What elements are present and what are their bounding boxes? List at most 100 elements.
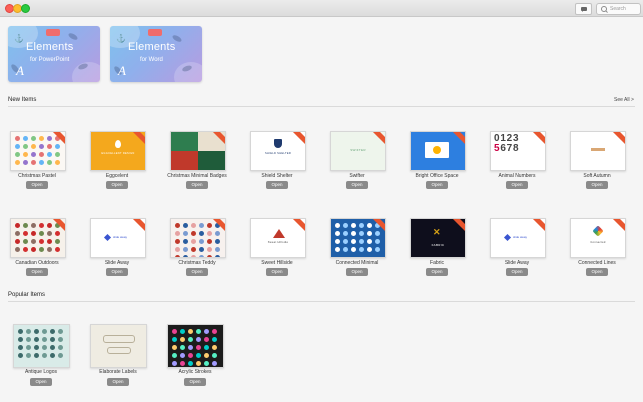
open-button[interactable]: Open — [186, 268, 208, 276]
template-card[interactable]: SWIFTER Swifter Open — [327, 131, 387, 201]
feedback-button[interactable] — [575, 3, 592, 15]
open-button[interactable]: Open — [426, 181, 448, 189]
title-bar: Search — [0, 0, 643, 17]
template-thumbnail[interactable]: slide away — [490, 218, 546, 258]
template-thumbnail[interactable]: SWIFTER — [330, 131, 386, 171]
see-all-link[interactable]: See All > — [614, 97, 634, 103]
template-name: Connected Lines — [578, 260, 616, 266]
thumb-text: slide away — [113, 235, 128, 239]
template-name: Connected Minimal — [335, 260, 379, 266]
thumb-text: SWIFTER — [350, 148, 366, 152]
template-thumbnail[interactable]: EGGCELLENT DESIGN — [90, 131, 146, 171]
open-button[interactable]: Open — [586, 181, 608, 189]
template-card[interactable]: Soft Autumn Open — [567, 131, 627, 201]
template-thumbnail[interactable] — [170, 131, 226, 171]
template-thumbnail[interactable] — [13, 324, 70, 368]
thumb-text: Connected — [590, 241, 606, 244]
open-button[interactable]: Open — [426, 268, 448, 276]
template-name: Swifter — [349, 173, 365, 179]
thumb-text: SHIELD SHELTER — [264, 152, 292, 155]
popular-items-heading: Popular Items — [8, 292, 46, 298]
template-card[interactable]: Christmas Minimal Badges Open — [167, 131, 227, 201]
template-name: Bright Office Space — [415, 173, 459, 179]
template-card[interactable]: Sweet Hillside Sweet Hillside Open — [247, 218, 307, 288]
open-button[interactable]: Open — [107, 378, 129, 386]
template-name: Antique Logos — [25, 369, 57, 375]
template-name: Canadian Outdoors — [15, 260, 59, 266]
template-thumbnail[interactable] — [570, 131, 626, 171]
banner-letter: A — [118, 63, 126, 78]
open-button[interactable]: Open — [106, 181, 128, 189]
template-name: Animal Numbers — [498, 173, 536, 179]
template-name: Soft Autumn — [583, 173, 611, 179]
zoom-window-button[interactable] — [21, 4, 30, 13]
template-card[interactable]: Christmas Teddy Open — [167, 218, 227, 288]
template-thumbnail[interactable]: Sweet Hillside — [250, 218, 306, 258]
search-field[interactable]: Search — [596, 3, 641, 15]
thumb-text: FABRIC — [431, 243, 445, 247]
template-name: Eggcelent — [105, 173, 129, 179]
open-button[interactable]: Open — [106, 268, 128, 276]
template-card[interactable]: slide away Slide Away Open — [87, 218, 147, 288]
template-card[interactable]: EGGCELLENT DESIGN Eggcelent Open — [87, 131, 147, 201]
open-button[interactable]: Open — [266, 268, 288, 276]
thumb-text: Sweet Hillside — [267, 241, 289, 244]
new-items-heading: New Items — [8, 97, 37, 103]
template-name: Christmas Minimal Badges — [167, 173, 227, 179]
template-thumbnail[interactable] — [10, 131, 66, 171]
template-card[interactable]: slide away Slide Away Open — [487, 218, 547, 288]
thumb-text: EGGCELLENT DESIGN — [101, 152, 135, 155]
template-thumbnail[interactable] — [90, 324, 147, 368]
template-card[interactable]: SHIELD SHELTER Shield Shelter Open — [247, 131, 307, 201]
open-button[interactable]: Open — [346, 268, 368, 276]
popular-card[interactable]: Acrylic Strokes Open — [167, 324, 224, 394]
template-thumbnail[interactable] — [410, 131, 466, 171]
anchor-icon: ⚓ — [14, 34, 24, 43]
template-name: Slide Away — [504, 260, 530, 266]
anchor-icon: ⚓ — [116, 34, 126, 43]
template-thumbnail[interactable]: ✕ FABRIC — [410, 218, 466, 258]
search-placeholder: Search — [610, 6, 626, 12]
template-thumbnail[interactable]: 0 1 2 35 6 7 8 — [490, 131, 546, 171]
template-thumbnail[interactable] — [167, 324, 224, 368]
divider — [8, 106, 635, 107]
banner-elements-powerpoint[interactable]: ⚓ Elements for PowerPoint A — [8, 26, 100, 82]
template-card[interactable]: Christmas Pastel Open — [7, 131, 67, 201]
popular-card[interactable]: Elaborate Labels Open — [90, 324, 147, 394]
template-card[interactable]: Bright Office Space Open — [407, 131, 467, 201]
template-name: Fabric — [430, 260, 444, 266]
chat-bubble-icon — [580, 7, 587, 12]
banner-elements-word[interactable]: ⚓ Elements for Word A — [110, 26, 202, 82]
divider — [8, 301, 635, 302]
open-button[interactable]: Open — [26, 181, 48, 189]
thumb-text: slide away — [513, 235, 528, 239]
template-thumbnail[interactable]: slide away — [90, 218, 146, 258]
template-thumbnail[interactable]: Connected — [570, 218, 626, 258]
popular-card[interactable]: Antique Logos Open — [13, 324, 70, 394]
banner-subtitle: for Word — [140, 57, 163, 63]
template-card[interactable]: 0 1 2 35 6 7 8 Animal Numbers Open — [487, 131, 547, 201]
banner-subtitle: for PowerPoint — [30, 57, 70, 63]
open-button[interactable]: Open — [186, 181, 208, 189]
template-name: Christmas Pastel — [18, 173, 56, 179]
template-thumbnail[interactable] — [10, 218, 66, 258]
template-card[interactable]: Connected Connected Lines Open — [567, 218, 627, 288]
banner-title: Elements — [128, 41, 176, 53]
template-name: Shield Shelter — [261, 173, 293, 179]
open-button[interactable]: Open — [346, 181, 368, 189]
template-card[interactable]: Connected Minimal Open — [327, 218, 387, 288]
template-thumbnail[interactable] — [330, 218, 386, 258]
open-button[interactable]: Open — [26, 268, 48, 276]
template-name: Acrylic Strokes — [178, 369, 212, 375]
open-button[interactable]: Open — [506, 268, 528, 276]
template-thumbnail[interactable] — [170, 218, 226, 258]
open-button[interactable]: Open — [506, 181, 528, 189]
template-thumbnail[interactable]: SHIELD SHELTER — [250, 131, 306, 171]
open-button[interactable]: Open — [184, 378, 206, 386]
template-card[interactable]: ✕ FABRIC Fabric Open — [407, 218, 467, 288]
open-button[interactable]: Open — [586, 268, 608, 276]
open-button[interactable]: Open — [266, 181, 288, 189]
open-button[interactable]: Open — [30, 378, 52, 386]
template-card[interactable]: Canadian Outdoors Open — [7, 218, 67, 288]
banner-letter: A — [16, 63, 24, 78]
